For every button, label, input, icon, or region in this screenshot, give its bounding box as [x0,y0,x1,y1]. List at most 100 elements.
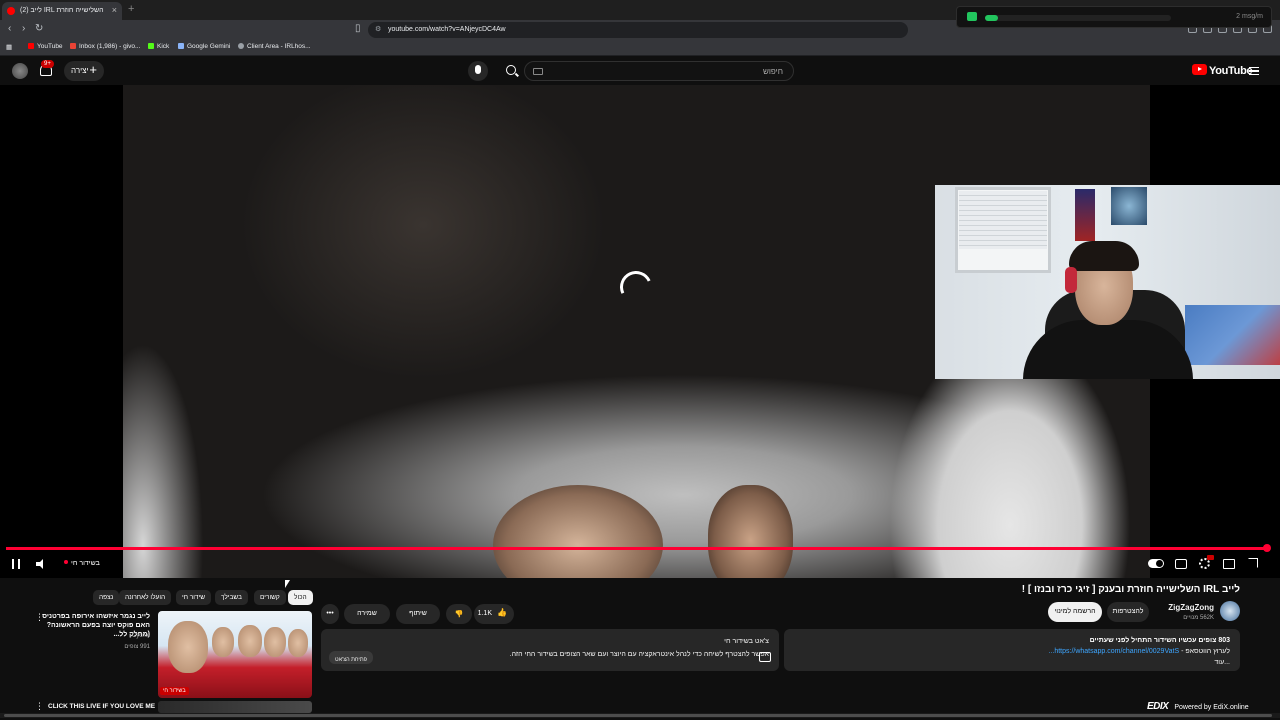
recommendation-title[interactable]: CLICK THIS LIVE IF YOU LOVE ME [48,703,155,710]
share-button[interactable]: שיתוף [396,604,440,624]
chat-rate-bar [985,15,1171,21]
chip-related[interactable]: קשורים [254,590,286,605]
apps-grid-icon[interactable]: ▦ [6,43,12,51]
bookmark-kick[interactable]: Kick [148,43,169,50]
chat-bubble-icon [759,652,771,662]
live-label: בשידור חי [71,560,100,567]
channel-subscribers: 562K מנויים [1183,615,1214,621]
video-player[interactable] [0,85,1280,578]
chat-rate-overlay: 2 msg/m [956,6,1272,28]
edix-logo: EDIX [1147,701,1169,712]
recommendation-thumbnail[interactable] [158,701,312,713]
hamburger-menu-icon[interactable] [1249,67,1259,75]
description-box[interactable]: 803 צופים עכשיו השידור התחיל לפני שעתיים… [784,629,1240,671]
bookmark-gmail[interactable]: Inbox (1,986) - givo... [70,43,140,50]
theater-mode-icon[interactable] [1223,559,1235,569]
site-info-icon[interactable]: ⚙ [375,25,381,33]
dislike-icon[interactable]: 👎 [446,604,472,624]
voice-search-mic-icon[interactable] [468,61,488,81]
wall-poster [1111,187,1147,225]
new-tab-icon[interactable]: + [128,3,134,15]
create-button[interactable]: + יצירה [64,61,104,81]
bookmark-gemini[interactable]: Google Gemini [178,43,230,50]
watermark-text: Powered by EdiX.online [1174,704,1249,711]
youtube-logo[interactable]: YouTube [1192,64,1253,77]
thumbnail-face [238,625,262,657]
person-head [493,485,663,578]
open-chat-button[interactable]: פתיחת הצ'אט [329,651,373,664]
plus-icon: + [89,62,97,77]
person-head [708,485,793,578]
search-icon[interactable] [506,65,516,75]
headset [1065,267,1077,293]
video-title: לייב IRL השלישייה חוזרת ובענק [ זיגי כרז… [1021,584,1240,595]
save-button[interactable]: שמירה [344,604,390,624]
bookmark-label: Kick [157,43,170,50]
youtube-header: 9+ + יצירה חיפוש YouTube [0,57,1280,85]
channel-avatar[interactable] [1220,601,1240,621]
progress-bar[interactable] [6,547,1268,550]
search-input[interactable]: חיפוש [524,61,794,81]
reload-icon[interactable]: ↻ [35,23,43,34]
channel-name[interactable]: ZigZagZong [1168,603,1214,612]
thumbnail-face [288,629,308,657]
fullscreen-icon[interactable] [1248,558,1258,568]
chip-watched[interactable]: נצפה [93,590,120,605]
streamer-webcam-overlay [935,185,1280,379]
logo-text: YouTube [1209,65,1253,77]
live-dot-icon [64,560,68,564]
hd-badge [1207,555,1214,560]
youtube-play-icon [1192,64,1207,75]
show-more[interactable]: ...עוד [794,657,1230,668]
keyboard-icon[interactable] [533,68,543,75]
close-tab-icon[interactable]: × [112,5,117,15]
subscribe-button[interactable]: הרשמה למינוי [1048,602,1102,622]
description-line: לערוץ הווטסאפ - https://whatsapp.com/cha… [794,646,1230,657]
wall-poster [1075,189,1095,241]
bed [1185,305,1280,365]
bookmark-youtube[interactable]: YouTube [28,43,63,50]
subtitles-icon[interactable] [1175,559,1187,569]
avatar[interactable] [12,63,28,79]
scrollbar-thumb[interactable] [4,714,1272,717]
recommendation-channel[interactable]: Cycnic [132,633,150,639]
live-chat-title: צ'אט בשידור חי [724,638,769,645]
live-chat-panel: צ'אט בשידור חי אפשר להצטרף לשיחה כדי לנה… [321,629,779,671]
bookmark-star-icon[interactable]: ▯ [355,23,361,34]
address-url: youtube.com/watch?v=ANjeycDC4Aw [388,26,506,33]
recommendation-viewers: 991 צופים [124,644,150,650]
like-button[interactable]: 1.1K [474,604,514,624]
edix-watermark: EDIX Powered by EdiX.online [1147,701,1249,712]
chat-rate-fill [985,15,999,21]
forward-icon[interactable]: › [22,23,25,34]
address-bar[interactable]: ⚙ youtube.com/watch?v=ANjeycDC4Aw [368,22,908,38]
youtube-favicon-icon [7,7,15,15]
chat-rate-text: 2 msg/m [1236,13,1263,20]
autoplay-toggle[interactable] [1148,559,1164,568]
thumbnail-face [264,627,286,657]
bookmark-label: Inbox (1,986) - givo... [79,43,141,50]
recommendation-thumbnail[interactable] [158,611,312,698]
progress-scrubber[interactable] [1263,544,1271,552]
chip-live[interactable]: שידור חי [176,590,211,605]
description-text: לערוץ הווטסאפ - [1179,648,1230,655]
search-placeholder: חיפוש [763,67,783,76]
chip-for-you[interactable]: בשבילך [215,590,248,605]
chip-recently-uploaded[interactable]: הועלו לאחרונה [119,590,172,605]
more-actions-button[interactable]: ••• [321,604,339,624]
join-button[interactable]: להצטרפות [1107,602,1149,622]
chip-all[interactable]: הכול [288,590,313,605]
bookmark-client-area[interactable]: Client Area - IRLhos... [238,43,311,50]
whatsapp-link[interactable]: https://whatsapp.com/channel/0029VatS... [1048,648,1179,655]
pause-icon[interactable] [12,559,20,569]
live-indicator[interactable]: בשידור חי [64,560,100,567]
create-label: יצירה [71,66,89,75]
live-chat-subtitle: אפשר להצטרף לשיחה כדי לנהל אינטראקציה עם… [509,651,769,658]
browser-tab[interactable]: (2) לייב IRL השלישייה חוזרת × [2,2,122,20]
back-icon[interactable]: ‹ [8,23,11,34]
more-vert-icon[interactable]: ⋮ [35,612,44,623]
volume-icon[interactable] [36,559,48,569]
horizontal-scrollbar[interactable] [0,713,1280,718]
more-vert-icon[interactable]: ⋮ [35,701,44,712]
views-line: 803 צופים עכשיו השידור התחיל לפני שעתיים [1089,637,1230,644]
